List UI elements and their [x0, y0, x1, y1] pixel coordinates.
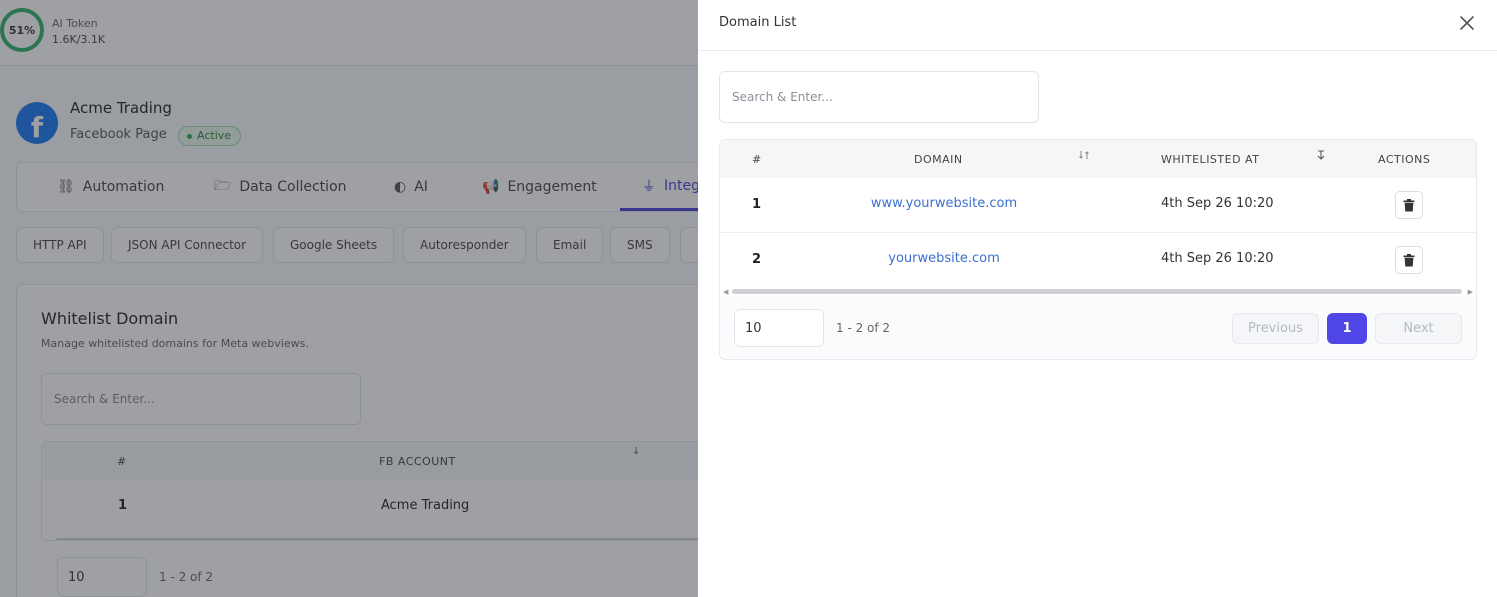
close-icon	[1460, 16, 1474, 30]
column-header-actions: ACTIONS	[1378, 153, 1431, 166]
page-info: 1 - 2 of 2	[836, 321, 891, 335]
domain-link[interactable]: www.yourwebsite.com	[824, 196, 1064, 211]
delete-button[interactable]	[1395, 191, 1423, 219]
close-button[interactable]	[1456, 12, 1478, 34]
previous-button[interactable]: Previous	[1232, 313, 1319, 344]
whitelisted-date: 4th Sep 26 10:20	[1161, 251, 1274, 266]
drawer-title: Domain List	[719, 15, 797, 30]
modal-backdrop[interactable]	[0, 0, 698, 597]
page-size-input[interactable]	[734, 309, 824, 347]
table-row: 1 www.yourwebsite.com 4th Sep 26 10:20	[720, 178, 1476, 233]
page-1-button[interactable]: 1	[1327, 313, 1367, 344]
next-button[interactable]: Next	[1375, 313, 1462, 344]
domain-list-drawer: Domain List # DOMAIN WHITELISTED AT ACTI…	[698, 0, 1497, 597]
sort-unsorted-icon[interactable]	[1078, 146, 1090, 159]
whitelisted-date: 4th Sep 26 10:20	[1161, 196, 1274, 211]
scroll-right-icon[interactable]: ▶	[1468, 288, 1473, 296]
table-row: 2 yourwebsite.com 4th Sep 26 10:20	[720, 233, 1476, 288]
delete-button[interactable]	[1395, 246, 1423, 274]
search-input[interactable]	[719, 71, 1039, 123]
column-header-num: #	[752, 153, 762, 166]
row-number: 2	[752, 252, 762, 267]
trash-icon	[1403, 253, 1415, 266]
pagination: 1 - 2 of 2 Previous 1 Next	[720, 298, 1476, 359]
domain-table: # DOMAIN WHITELISTED AT ACTIONS 1 www.yo…	[719, 139, 1477, 360]
sort-desc-icon[interactable]	[1315, 146, 1327, 160]
scrollbar-thumb[interactable]	[732, 289, 1462, 294]
column-header-whitelisted-at: WHITELISTED AT	[1161, 153, 1260, 166]
trash-icon	[1403, 198, 1415, 211]
row-number: 1	[752, 197, 762, 212]
horizontal-scrollbar[interactable]: ◀ ▶	[720, 287, 1476, 297]
scroll-left-icon[interactable]: ◀	[723, 288, 728, 296]
domain-link[interactable]: yourwebsite.com	[824, 251, 1064, 266]
column-header-domain: DOMAIN	[914, 153, 963, 166]
drawer-header: Domain List	[698, 0, 1497, 51]
table-header: # DOMAIN WHITELISTED AT ACTIONS	[720, 140, 1476, 178]
